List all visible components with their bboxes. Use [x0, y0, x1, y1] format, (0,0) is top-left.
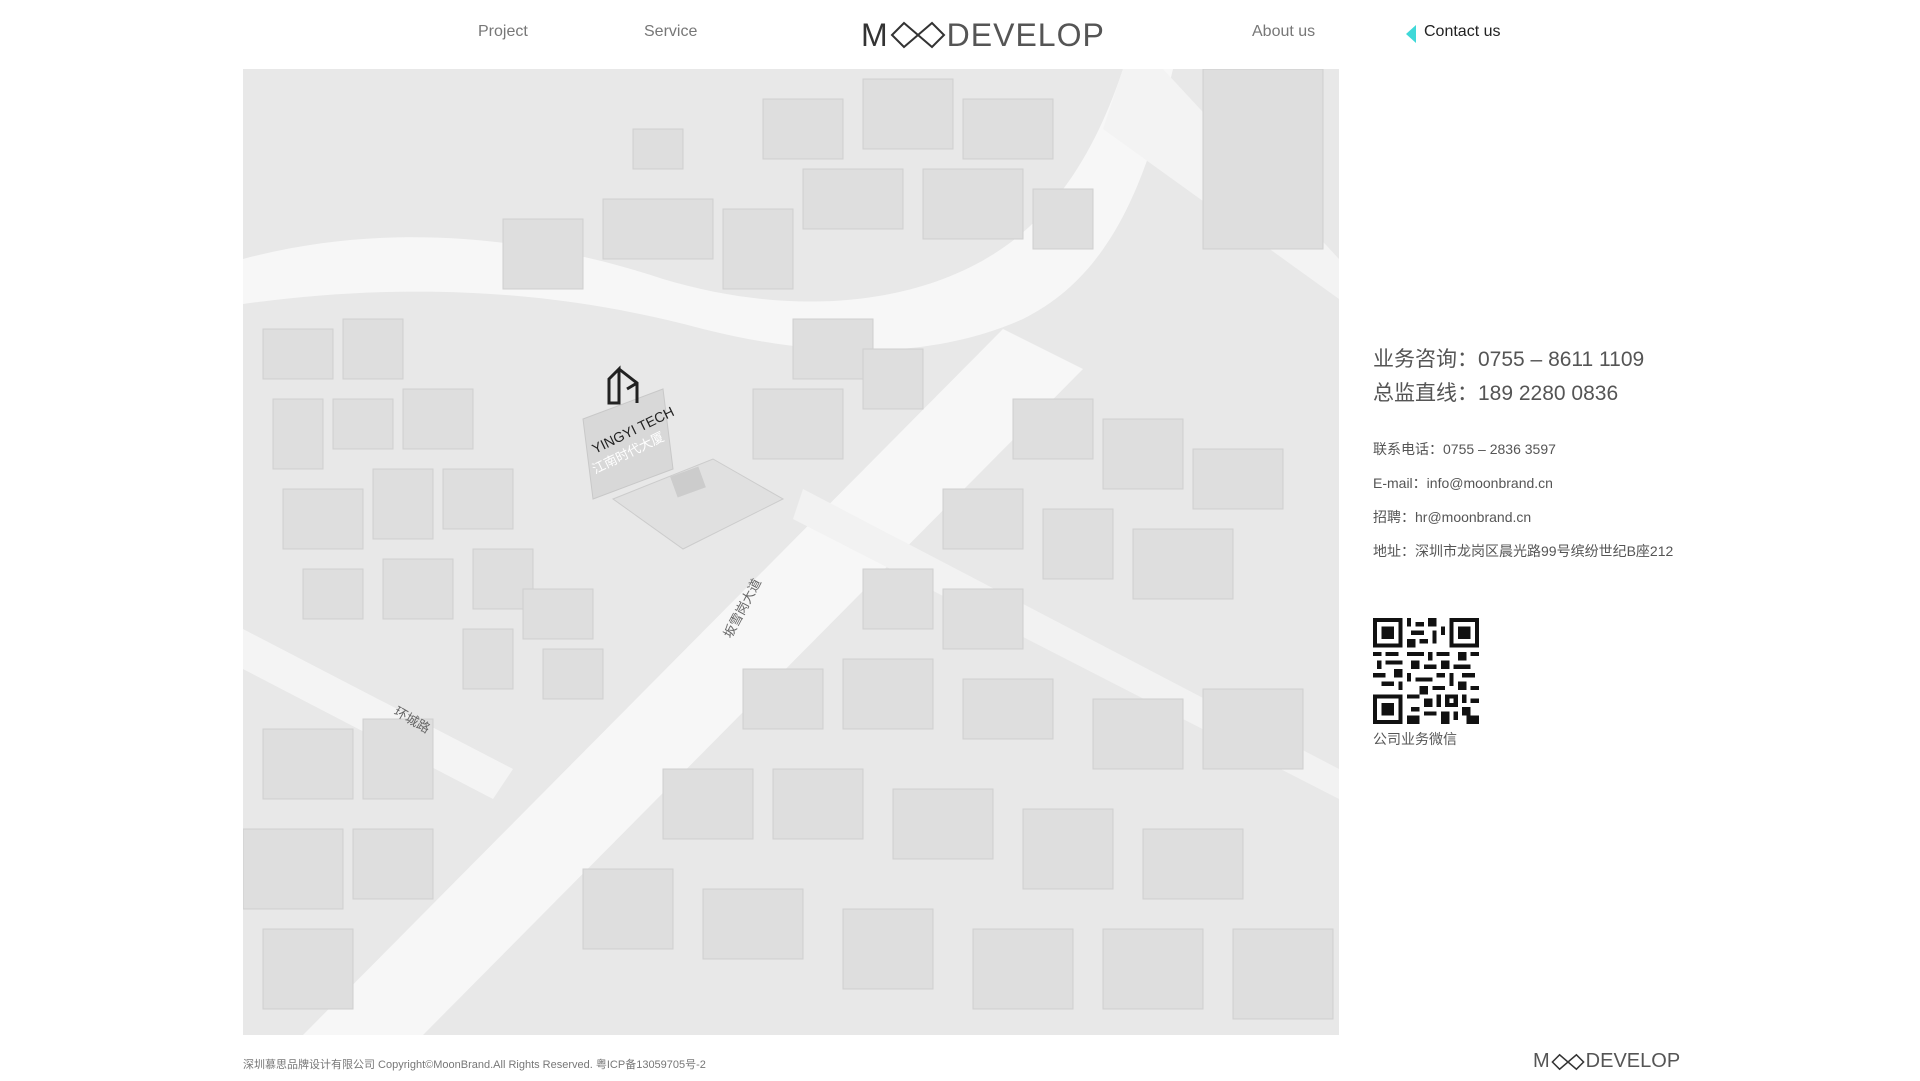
contact-email[interactable]: E-mail：info@moonbrand.cn [1373, 473, 1553, 493]
nav-project[interactable]: Project [478, 23, 528, 41]
qr-caption: 公司业务微信 [1373, 731, 1457, 747]
nav-contact-label: Contact us [1424, 23, 1501, 40]
logo-text: DEVELOP [946, 17, 1105, 53]
footer-logo-letter-m: M [1533, 1050, 1550, 1072]
recruit-email[interactable]: 招聘：hr@moonbrand.cn [1373, 507, 1531, 527]
active-triangle-icon [1406, 25, 1416, 43]
infinity-oo-icon [1551, 1053, 1585, 1070]
footer-logo-text: DEVELOP [1585, 1050, 1681, 1072]
footer-copyright: 深圳慕思品牌设计有限公司 Copyright©MoonBrand.All Rig… [243, 1059, 706, 1071]
director-hotline: 总监直线：189 2280 0836 [1373, 382, 1619, 405]
wechat-qr-code [1373, 618, 1479, 724]
contact-address: 地址：深圳市龙岗区晨光路99号缤纷世纪B座212 [1373, 543, 1674, 559]
nav-contact-us[interactable]: Contact us [1406, 23, 1501, 43]
nav-about-us[interactable]: About us [1252, 23, 1315, 41]
location-map[interactable]: YINGYI TECH 江南时代大厦 坂雪岗大道 环城路 [243, 69, 1339, 1035]
infinity-oo-icon [890, 21, 946, 49]
map-canvas: YINGYI TECH 江南时代大厦 坂雪岗大道 环城路 [243, 69, 1339, 1035]
business-hotline: 业务咨询：0755 – 8611 1109 [1373, 348, 1645, 371]
contact-phone: 联系电话：0755 – 2836 3597 [1373, 441, 1556, 457]
footer-logo[interactable]: M DEVELOP [1533, 1050, 1680, 1073]
logo-letter-m: M [861, 17, 889, 53]
site-logo[interactable]: M DEVELOP [861, 18, 1105, 52]
nav-service[interactable]: Service [644, 23, 697, 41]
